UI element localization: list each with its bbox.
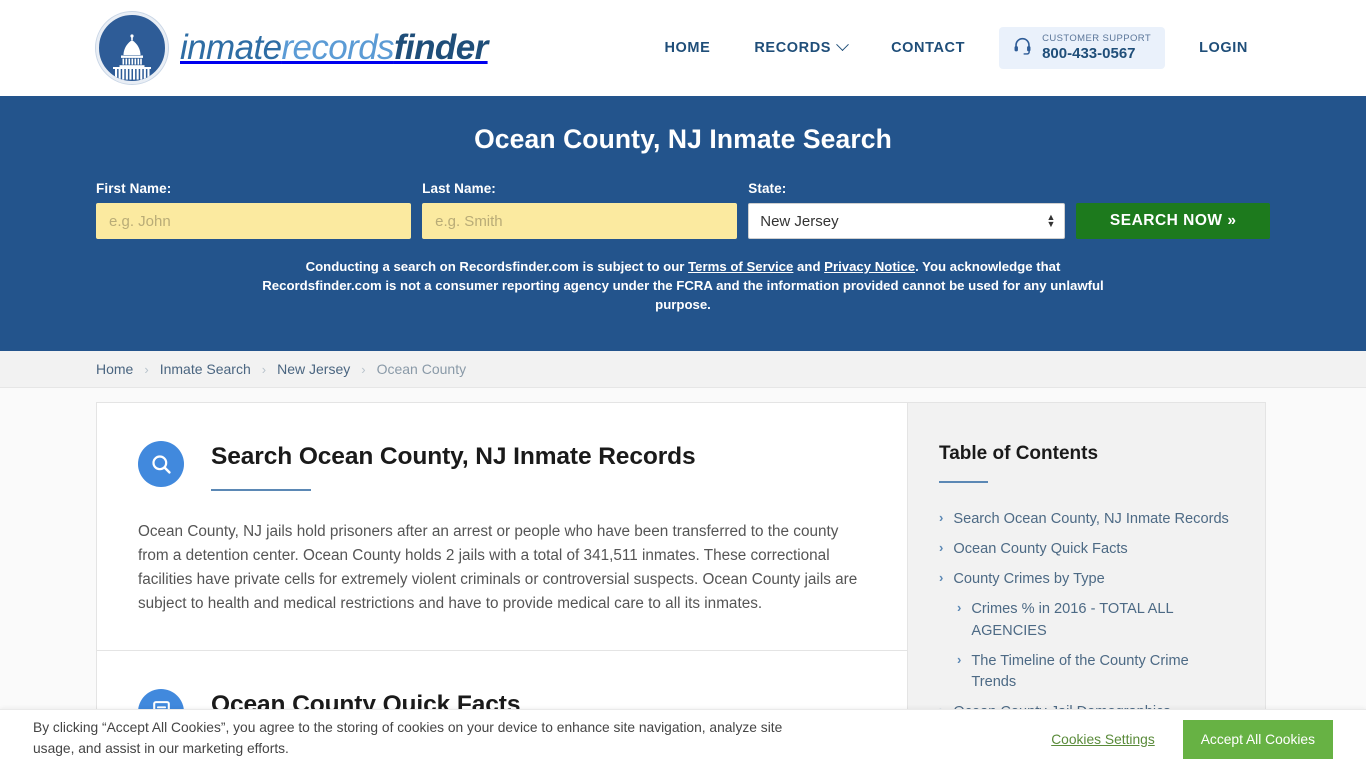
nav-item-records-label: RECORDS xyxy=(754,39,832,56)
brand-word-part-1: inmate xyxy=(180,28,282,67)
section-search-inmate-records: Search Ocean County, NJ Inmate Records O… xyxy=(97,403,907,650)
nav-item-contact-label: CONTACT xyxy=(891,39,966,56)
state-select[interactable]: New Jersey xyxy=(748,203,1066,239)
nav-item-login-label: LOGIN xyxy=(1199,39,1248,56)
toc-item[interactable]: › Crimes % in 2016 - TOTAL ALL AGENCIES xyxy=(939,599,1234,641)
cookie-banner-text: By clicking “Accept All Cookies”, you ag… xyxy=(33,720,783,756)
accept-all-cookies-button[interactable]: Accept All Cookies xyxy=(1182,719,1333,759)
nav-item-records[interactable]: RECORDS xyxy=(732,30,869,66)
cookies-settings-button[interactable]: Cookies Settings xyxy=(1051,732,1155,747)
toc-link[interactable]: County Crimes by Type xyxy=(953,569,1104,590)
breadcrumb-separator-icon: › xyxy=(261,361,267,377)
main-navigation: HOME RECORDS CONTACT CUSTOMER SUPPORT 80… xyxy=(642,26,1270,70)
last-name-input[interactable] xyxy=(422,203,738,239)
breadcrumb-item-inmate-search[interactable]: Inmate Search xyxy=(160,361,251,377)
toc-list: › Search Ocean County, NJ Inmate Records… xyxy=(939,509,1234,723)
disclaimer-part-2: and xyxy=(793,259,825,274)
brand-wordmark: inmaterecordsfinder xyxy=(180,28,488,68)
terms-of-service-link[interactable]: Terms of Service xyxy=(688,259,793,274)
breadcrumb-item-home[interactable]: Home xyxy=(96,361,133,377)
toc-item[interactable]: › Ocean County Quick Facts xyxy=(939,539,1234,560)
breadcrumb-item-ocean-county: Ocean County xyxy=(376,361,467,377)
disclaimer-part-1: Conducting a search on Recordsfinder.com… xyxy=(305,259,689,274)
toc-underline xyxy=(939,481,988,483)
section-underline xyxy=(211,489,311,492)
nav-item-login[interactable]: LOGIN xyxy=(1177,30,1270,66)
chevron-right-icon: › xyxy=(957,600,962,616)
breadcrumb: Home › Inmate Search › New Jersey › Ocea… xyxy=(0,351,1366,388)
nav-item-home[interactable]: HOME xyxy=(642,30,732,66)
toc-item[interactable]: › The Timeline of the County Crime Trend… xyxy=(939,651,1234,693)
toc-link[interactable]: The Timeline of the County Crime Trends xyxy=(971,651,1234,693)
breadcrumb-item-new-jersey[interactable]: New Jersey xyxy=(277,361,350,377)
search-icon xyxy=(138,441,184,487)
capitol-dome-icon xyxy=(96,12,168,84)
hero-search-panel: Ocean County, NJ Inmate Search First Nam… xyxy=(0,96,1366,351)
toc-title: Table of Contents xyxy=(939,443,1099,464)
chevron-right-icon: › xyxy=(939,570,944,586)
page-title: Ocean County, NJ Inmate Search xyxy=(474,124,892,154)
first-name-field-group: First Name: xyxy=(96,181,412,239)
last-name-field-group: Last Name: xyxy=(422,181,738,239)
brand-word-part-3: finder xyxy=(393,28,488,67)
toc-item[interactable]: › Search Ocean County, NJ Inmate Records xyxy=(939,509,1234,530)
breadcrumb-separator-icon: › xyxy=(361,361,366,377)
brand-word-part-2: records xyxy=(281,28,394,67)
last-name-label: Last Name: xyxy=(422,181,496,196)
headset-icon xyxy=(1013,36,1032,60)
site-header: inmaterecordsfinder HOME RECORDS CONTACT xyxy=(0,0,1366,96)
state-label: State: xyxy=(748,181,787,196)
chevron-right-icon: › xyxy=(939,510,944,525)
support-phone-number: 800-433-0567 xyxy=(1042,44,1136,62)
breadcrumb-separator-icon: › xyxy=(144,361,149,377)
site-logo[interactable]: inmaterecordsfinder xyxy=(96,12,488,84)
toc-link[interactable]: Ocean County Quick Facts xyxy=(953,539,1127,560)
support-label: CUSTOMER SUPPORT xyxy=(1042,32,1152,44)
state-field-group: State: New Jersey ▲ ▼ xyxy=(748,181,1066,239)
first-name-input[interactable] xyxy=(96,203,412,239)
privacy-notice-link[interactable]: Privacy Notice xyxy=(824,259,915,274)
cookie-consent-banner: By clicking “Accept All Cookies”, you ag… xyxy=(0,709,1366,768)
search-disclaimer: Conducting a search on Recordsfinder.com… xyxy=(253,257,1113,314)
first-name-label: First Name: xyxy=(96,181,172,196)
toc-link[interactable]: Search Ocean County, NJ Inmate Records xyxy=(953,509,1229,530)
inmate-search-form: First Name: Last Name: State: New Jersey… xyxy=(96,181,1270,239)
toc-item[interactable]: › County Crimes by Type xyxy=(939,569,1234,590)
nav-item-home-label: HOME xyxy=(664,39,711,56)
section-title: Search Ocean County, NJ Inmate Records xyxy=(211,443,696,470)
toc-link[interactable]: Crimes % in 2016 - TOTAL ALL AGENCIES xyxy=(971,599,1234,641)
customer-support-box[interactable]: CUSTOMER SUPPORT 800-433-0567 xyxy=(999,26,1166,70)
cookie-banner-actions: Cookies Settings Accept All Cookies xyxy=(1051,719,1333,759)
section-body-text: Ocean County, NJ jails hold prisoners af… xyxy=(138,523,858,612)
chevron-right-icon: › xyxy=(939,540,944,556)
chevron-right-icon: › xyxy=(957,651,962,667)
chevron-down-icon xyxy=(836,38,849,52)
nav-item-contact[interactable]: CONTACT xyxy=(869,30,987,66)
search-now-button[interactable]: SEARCH NOW » xyxy=(1076,203,1270,239)
